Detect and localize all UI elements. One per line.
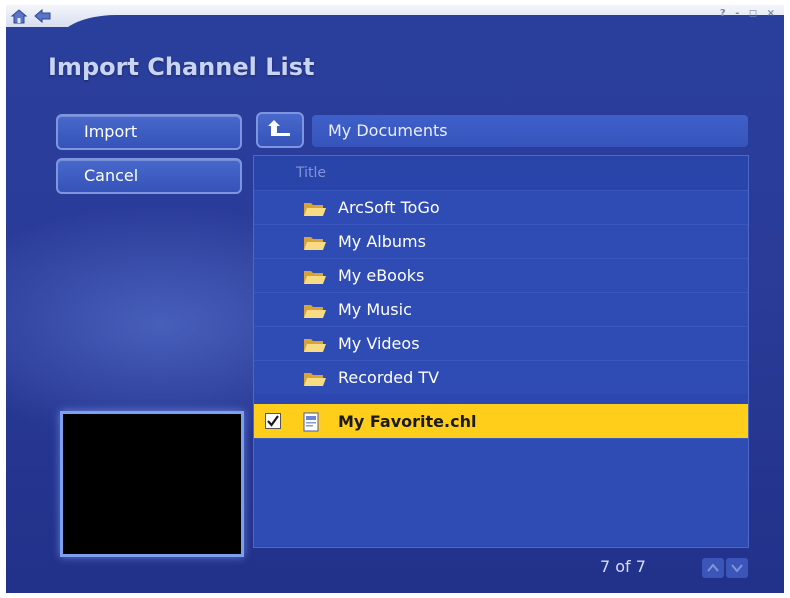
list-item-label: Recorded TV (338, 368, 440, 387)
import-button[interactable]: Import (56, 114, 242, 150)
empty-list-area (254, 438, 748, 546)
cancel-button[interactable]: Cancel (56, 158, 242, 194)
list-item-label: ArcSoft ToGo (338, 198, 440, 217)
folder-icon (304, 339, 326, 352)
list-item[interactable]: My Albums (254, 224, 748, 258)
column-header-title[interactable]: Title (254, 156, 748, 190)
list-item[interactable]: ArcSoft ToGo (254, 190, 748, 224)
folder-icon (304, 203, 326, 216)
scroll-down-icon (726, 558, 748, 578)
list-item[interactable]: My Videos (254, 326, 748, 360)
list-item-label: My eBooks (338, 266, 425, 285)
folder-icon (304, 305, 326, 318)
list-item[interactable]: Recorded TV (254, 360, 748, 394)
channel-file-icon (303, 412, 319, 432)
preview-window (60, 411, 244, 557)
list-item-label: My Videos (338, 334, 420, 353)
list-item-label: My Albums (338, 232, 426, 251)
window-controls[interactable]: ? - ◻ × (720, 8, 778, 19)
checked-checkbox-icon[interactable] (265, 413, 281, 429)
scroll-up-icon (702, 558, 724, 578)
home-icon[interactable] (10, 8, 28, 24)
back-icon[interactable] (34, 8, 52, 24)
up-folder-icon (268, 120, 290, 136)
folder-icon (304, 271, 326, 284)
list-item[interactable]: My Music (254, 292, 748, 326)
up-folder-button[interactable] (256, 112, 304, 148)
page-scroll-controls[interactable] (702, 558, 748, 578)
list-item-label: My Favorite.chl (338, 412, 477, 431)
folder-icon (304, 237, 326, 250)
list-item-selected[interactable]: My Favorite.chl (254, 404, 748, 438)
list-item-label: My Music (338, 300, 412, 319)
page-count: 7 of 7 (600, 557, 646, 576)
page-title: Import Channel List (48, 53, 315, 81)
current-path: My Documents (312, 115, 748, 147)
title-bar-curve (56, 15, 784, 55)
media-center-window: ? - ◻ × Import Channel List Import Cance… (6, 5, 784, 593)
file-list: Title ArcSoft ToGo My Albums My eBooks M… (253, 155, 749, 548)
folder-icon (304, 373, 326, 386)
list-item[interactable]: My eBooks (254, 258, 748, 292)
